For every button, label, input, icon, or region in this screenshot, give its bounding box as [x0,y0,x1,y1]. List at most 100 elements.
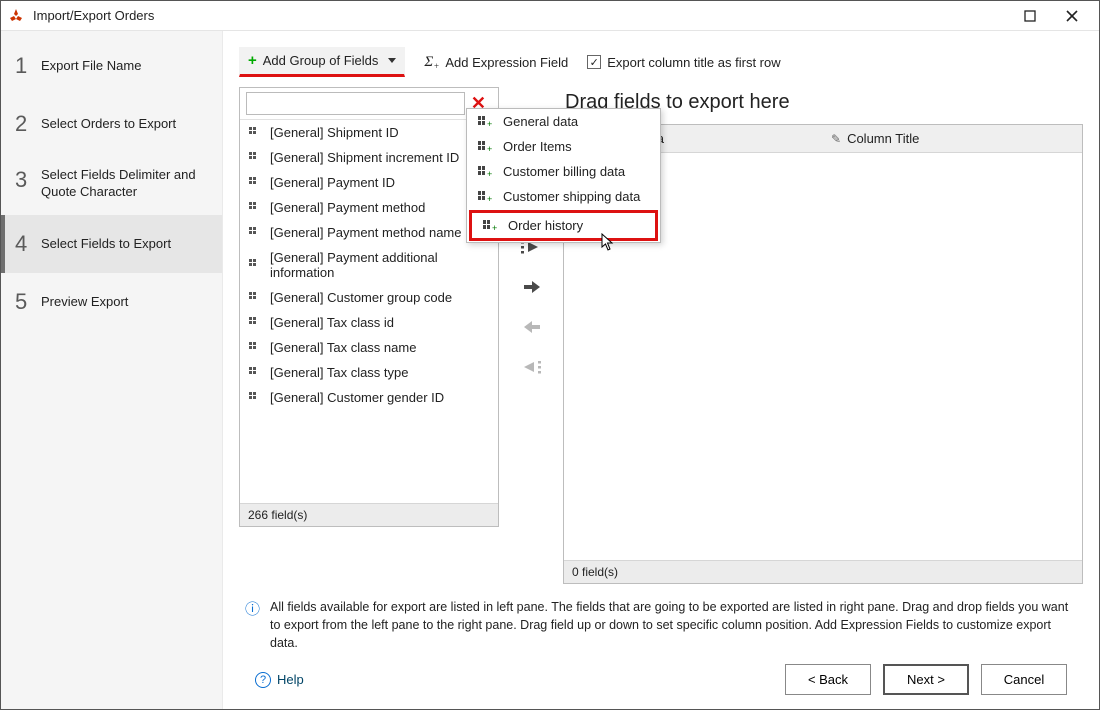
back-button[interactable]: < Back [785,664,871,695]
svg-text:+: + [487,194,492,204]
export-count-status: 0 field(s) [564,560,1082,583]
field-row[interactable]: [General] Tax class id [240,310,498,335]
maximize-button[interactable] [1009,2,1051,30]
field-row[interactable]: [General] Tax class type [240,360,498,385]
available-fields-pane: ✕ [General] Shipment ID[General] Shipmen… [239,87,499,527]
add-expr-label: Add Expression Field [445,55,568,70]
step-label: Preview Export [41,294,208,311]
help-link[interactable]: ? Help [255,672,304,688]
field-icon [248,316,262,330]
svg-text:+: + [487,169,492,179]
step-label: Select Fields Delimiter and Quote Charac… [41,167,208,201]
field-label: [General] Payment ID [270,175,395,190]
field-icon [248,391,262,405]
group-menu-item[interactable]: + Order Items [467,134,660,159]
step-select-fields[interactable]: 4 Select Fields to Export [1,215,222,273]
column-title-header[interactable]: ✎ Column Title [823,125,1082,152]
step-label: Select Orders to Export [41,116,208,133]
field-row[interactable]: [General] Customer group code [240,285,498,310]
field-icon [248,341,262,355]
import-export-window: Import/Export Orders 1 Export File Name … [0,0,1100,710]
export-first-row-checkbox[interactable]: ✓ [587,55,601,69]
group-menu-item[interactable]: +Customer shipping data [467,184,660,209]
field-row[interactable]: [General] Customer gender ID [240,385,498,410]
field-label: [General] Shipment ID [270,125,399,140]
step-number: 1 [15,53,41,79]
export-first-row-label: Export column title as first row [607,55,780,70]
titlebar: Import/Export Orders [1,1,1099,31]
plus-icon: + [248,52,257,69]
field-label: [General] Payment additional information [270,250,490,280]
move-right-icon[interactable] [520,278,542,296]
footer: ? Help < Back Next > Cancel [239,652,1083,709]
field-icon [248,366,262,380]
add-group-dropdown-menu: + General data + Order Items + Customer billi… [466,108,661,243]
field-row[interactable]: [General] Tax class name [240,335,498,360]
toolbar: + Add Group of Fields Σ+ Add Expression … [239,43,1083,87]
group-menu-item[interactable]: + Order history [469,210,658,241]
step-select-orders[interactable]: 2 Select Orders to Export [1,95,222,153]
group-menu-label: Order Items [503,139,572,154]
pencil-icon: ✎ [831,132,841,146]
field-icon [248,201,262,215]
group-menu-item[interactable]: + Customer billing data [467,159,660,184]
add-expression-field-button[interactable]: Σ+ Add Expression Field [415,49,577,76]
add-group-label: Add Group of Fields [263,53,379,68]
field-row[interactable]: [General] Payment ID [240,170,498,195]
dialog-body: 1 Export File Name 2 Select Orders to Ex… [1,31,1099,709]
field-label: [General] Customer group code [270,290,452,305]
add-group-of-fields-button[interactable]: + Add Group of Fields [239,47,405,77]
field-count-status: 266 field(s) [240,503,498,526]
step-number: 5 [15,289,41,315]
field-label: [General] Payment method name [270,225,462,240]
move-all-left-icon[interactable] [520,358,542,376]
field-label: [General] Shipment increment ID [270,150,459,165]
help-icon: ? [255,672,271,688]
group-menu-item[interactable]: + General data [467,109,660,134]
group-icon: + [477,165,493,179]
field-label: [General] Tax class id [270,315,394,330]
cancel-button[interactable]: Cancel [981,664,1067,695]
fields-columns: ✕ [General] Shipment ID[General] Shipmen… [239,87,1083,584]
group-icon: + [482,219,498,233]
field-label: [General] Tax class name [270,340,416,355]
group-menu-label: General data [503,114,578,129]
move-left-icon[interactable] [520,318,542,336]
close-button[interactable] [1051,2,1093,30]
svg-text:+: + [487,144,492,154]
app-logo-icon [7,7,25,25]
group-menu-label: Order history [508,218,583,233]
wizard-steps-sidebar: 1 Export File Name 2 Select Orders to Ex… [1,31,223,709]
search-input[interactable] [246,92,465,115]
window-title: Import/Export Orders [33,8,1009,23]
group-menu-label: Customer billing data [503,164,625,179]
info-text: All fields available for export are list… [270,598,1077,652]
field-row[interactable]: [General] Payment method [240,195,498,220]
svg-text:+: + [492,223,497,233]
field-icon [248,126,262,140]
step-delimiter[interactable]: 3 Select Fields Delimiter and Quote Char… [1,153,222,215]
field-icon [248,226,262,240]
step-number: 3 [15,167,41,193]
field-icon [248,176,262,190]
group-icon: + [477,115,493,129]
group-icon: + [477,190,493,204]
field-list[interactable]: [General] Shipment ID [General] Shipment … [240,120,498,503]
step-preview[interactable]: 5 Preview Export [1,273,222,331]
step-label: Select Fields to Export [41,236,208,253]
step-export-file-name[interactable]: 1 Export File Name [1,37,222,95]
group-icon: + [477,140,493,154]
step-number: 2 [15,111,41,137]
field-row[interactable]: [General] Shipment ID [240,120,498,145]
field-row[interactable]: [General] Payment additional information [240,245,498,285]
next-button[interactable]: Next > [883,664,969,695]
field-row[interactable]: [General] Shipment increment ID [240,145,498,170]
field-row[interactable]: [General] Payment method name [240,220,498,245]
field-icon [248,258,262,272]
field-icon [248,151,262,165]
step-label: Export File Name [41,58,208,75]
field-label: [General] Customer gender ID [270,390,444,405]
step-number: 4 [15,231,41,257]
expression-icon: Σ+ [424,54,439,71]
field-label: [General] Payment method [270,200,425,215]
